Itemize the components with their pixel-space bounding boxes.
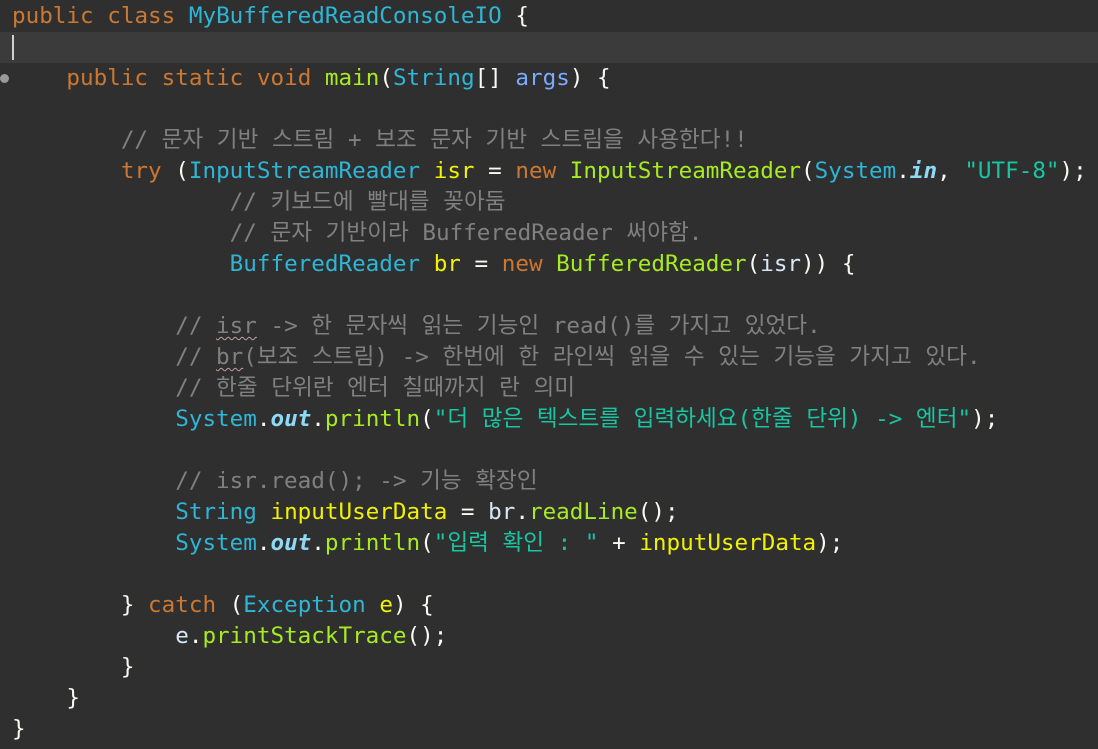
comment: -> 한 문자씩 읽는 기능인 read()를 가지고 있었다. — [256, 313, 821, 339]
code-line-12: // br(보조 스트림) -> 한번에 한 라인씩 읽을 수 있는 기능을 가… — [0, 342, 1098, 373]
variable-reference: br — [488, 499, 516, 525]
comment: (보조 스트림) -> 한번에 한 라인씩 읽을 수 있는 기능을 가지고 있다… — [243, 344, 981, 370]
variable-reference: isr — [760, 251, 802, 277]
code-line-1: public class MyBufferedReadConsoleIO { — [12, 3, 529, 29]
code-line-16: // isr.read(); -> 기능 확장인 — [0, 466, 1098, 497]
fold-marker-icon[interactable] — [0, 74, 9, 83]
parameter: e — [379, 592, 393, 618]
code-editor[interactable]: public class MyBufferedReadConsoleIO { p… — [0, 0, 1098, 749]
method-name: main — [324, 65, 380, 91]
comment: // 문자 기반 스트림 + 보조 문자 기반 스트림을 사용한다!! — [120, 127, 748, 153]
static-field: out — [270, 406, 312, 432]
code-line-24: } — [12, 716, 26, 742]
comment: // 키보드에 빨대를 꽂아둠 — [229, 189, 506, 215]
string-literal: "UTF-8" — [964, 158, 1060, 184]
comment: // 문자 기반이라 BufferedReader 써야함. — [229, 220, 703, 246]
code-line-3: public static void main(String[] args) { — [0, 63, 1098, 94]
keyword: public — [12, 3, 94, 29]
code-line-14: System.out.println("더 많은 텍스트를 입력하세요(한줄 단… — [175, 406, 999, 432]
keyword: class — [107, 3, 176, 29]
type-name: System — [175, 406, 257, 432]
method-call: printStackTrace — [202, 623, 407, 649]
string-literal: "입력 확인 : " — [433, 530, 599, 556]
type-name: InputStreamReader — [188, 158, 421, 184]
method-call: println — [324, 530, 421, 556]
code-line-6: try (InputStreamReader isr = new InputSt… — [120, 158, 1087, 184]
local-variable: inputUserData — [639, 530, 817, 556]
code-line-7: // 키보드에 빨대를 꽂아둠 — [0, 187, 1098, 218]
static-field: in — [909, 158, 938, 184]
code-line-11: // isr -> 한 문자씩 읽는 기능인 read()를 가지고 있었다. — [0, 311, 1098, 342]
keyword: new — [501, 251, 543, 277]
type-name: System — [175, 530, 257, 556]
type-name: Exception — [243, 592, 366, 618]
code-line-2-current[interactable] — [0, 32, 1098, 63]
code-line-5: // 문자 기반 스트림 + 보조 문자 기반 스트림을 사용한다!! — [0, 125, 1098, 156]
constructor-call: InputStreamReader — [569, 158, 802, 184]
keyword: static — [161, 65, 244, 91]
method-call: readLine — [528, 499, 638, 525]
type-name: BufferedReader — [229, 251, 421, 277]
local-variable: inputUserData — [270, 499, 448, 525]
local-variable: isr — [433, 158, 475, 184]
string-literal: "더 많은 텍스트를 입력하세요(한줄 단위) -> 엔터" — [433, 406, 972, 432]
code-line-22: } — [120, 654, 135, 680]
keyword: new — [515, 158, 557, 184]
comment-spellcheck-word: br — [216, 344, 244, 370]
class-name: MyBufferedReadConsoleIO — [188, 3, 502, 29]
comment: // — [175, 344, 217, 370]
code-line-20: } catch (Exception e) { — [120, 592, 434, 618]
comment: // isr.read(); -> 기능 확장인 — [175, 468, 538, 494]
constructor-call: BufferedReader — [556, 251, 747, 277]
method-call: println — [324, 406, 421, 432]
type-name: System — [814, 158, 897, 184]
keyword: public — [66, 65, 149, 91]
keyword: try — [120, 158, 162, 184]
code-line-18: System.out.println("입력 확인 : " + inputUse… — [175, 530, 844, 556]
keyword: catch — [148, 592, 217, 618]
code-line-23: } — [66, 685, 81, 711]
comment: // 한줄 단위란 엔터 칠때까지 란 의미 — [175, 375, 576, 401]
variable-reference: e — [175, 623, 189, 649]
comment: // — [175, 313, 217, 339]
code-line-9: BufferedReader br = new BufferedReader(i… — [229, 251, 856, 277]
type-name: String — [175, 499, 257, 525]
code-line-8: // 문자 기반이라 BufferedReader 써야함. — [0, 218, 1098, 249]
code-line-21: e.printStackTrace(); — [175, 623, 448, 649]
comment-spellcheck-word: isr — [216, 313, 257, 339]
static-field: out — [270, 530, 312, 556]
keyword: void — [256, 65, 312, 91]
type-name: String — [392, 65, 475, 91]
code-line-17: String inputUserData = br.readLine(); — [175, 499, 679, 525]
local-variable: br — [433, 251, 461, 277]
parameter: args — [515, 65, 570, 91]
text-caret — [12, 35, 14, 60]
code-line-13: // 한줄 단위란 엔터 칠때까지 란 의미 — [0, 373, 1098, 404]
